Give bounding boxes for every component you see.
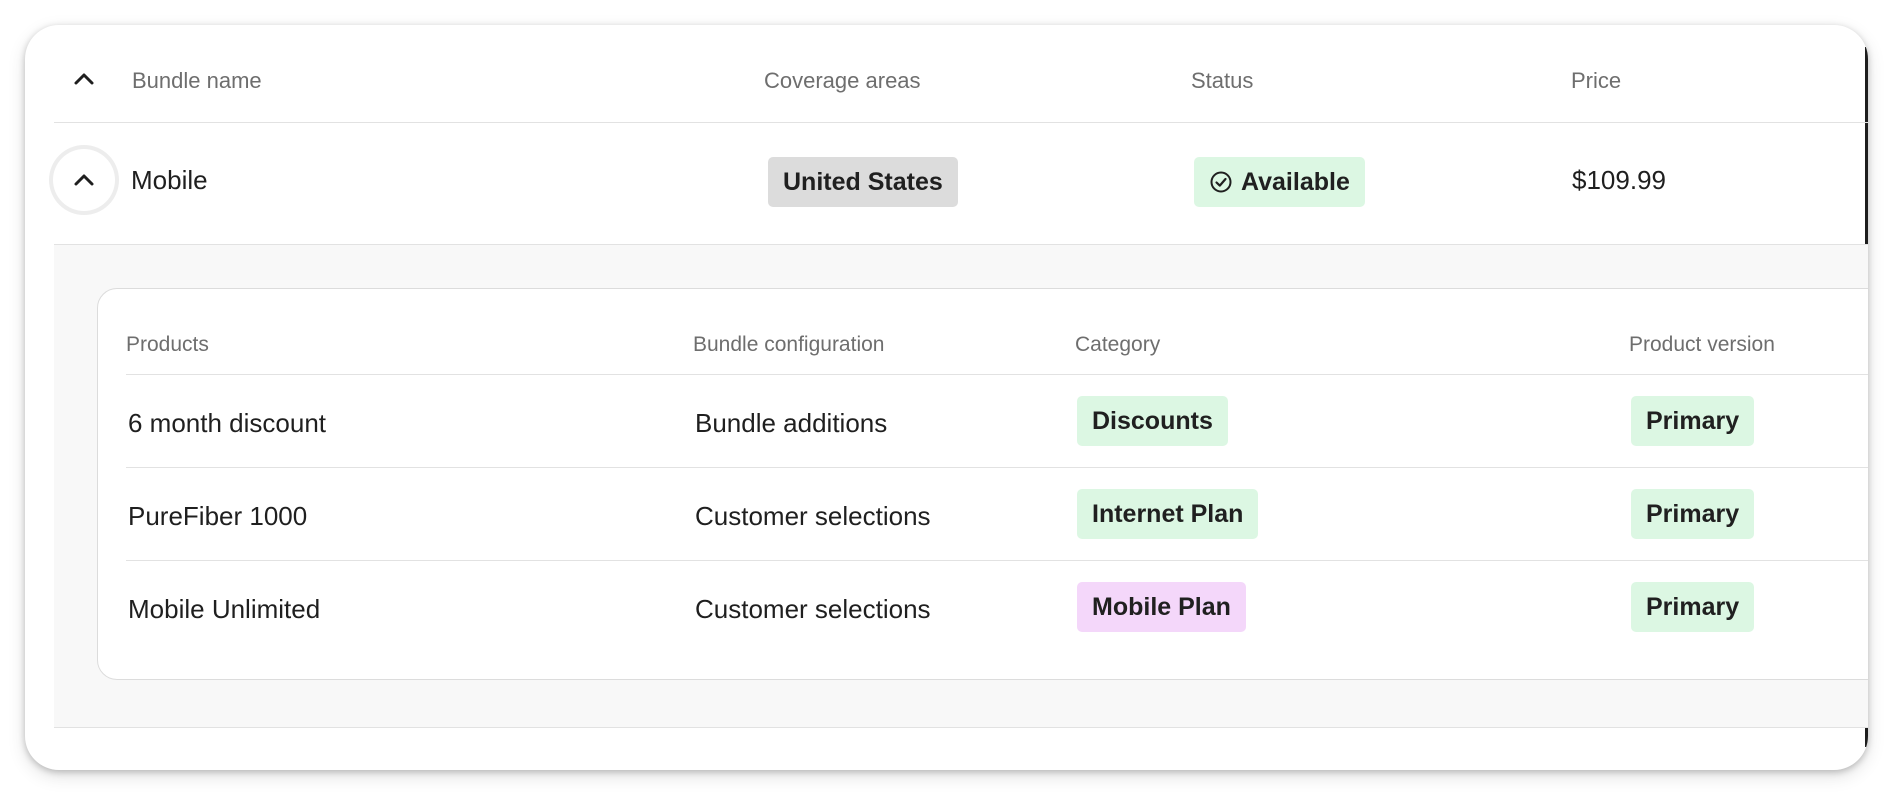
bundles-table-card: Bundle name Coverage areas Status Price … <box>25 25 1868 770</box>
table-row[interactable]: Mobile Unlimited Customer selections Mob… <box>126 560 1868 653</box>
product-configuration: Customer selections <box>695 501 931 531</box>
chevron-up-icon <box>74 73 94 85</box>
category-badge: Internet Plan <box>1077 489 1259 539</box>
collapse-all-button[interactable] <box>64 59 104 99</box>
status-badge: Available <box>1194 157 1365 207</box>
header-price[interactable]: Price <box>1571 68 1621 94</box>
product-name: 6 month discount <box>128 408 327 438</box>
header-products[interactable]: Products <box>126 333 209 357</box>
header-status[interactable]: Status <box>1191 68 1253 94</box>
version-badge: Primary <box>1631 489 1755 539</box>
collapse-row-button[interactable] <box>53 149 115 211</box>
product-configuration: Bundle additions <box>695 408 888 438</box>
table-row[interactable]: PureFiber 1000 Customer selections Inter… <box>126 467 1868 560</box>
version-badge: Primary <box>1631 582 1755 632</box>
category-badge: Discounts <box>1077 396 1228 446</box>
header-category[interactable]: Category <box>1075 333 1160 357</box>
coverage-badge: United States <box>768 157 958 207</box>
products-header-row: Products Bundle configuration Category P… <box>98 289 1868 374</box>
check-circle-icon <box>1209 170 1233 194</box>
bundle-name: Mobile <box>131 165 208 195</box>
products-table: Products Bundle configuration Category P… <box>97 288 1868 680</box>
bundle-details-panel: Products Bundle configuration Category P… <box>54 245 1868 728</box>
table-row[interactable]: Mobile United States Available $109.99 <box>53 122 1868 245</box>
header-product-version[interactable]: Product version <box>1629 333 1775 357</box>
status-label: Available <box>1241 167 1350 196</box>
header-coverage-areas[interactable]: Coverage areas <box>764 68 921 94</box>
chevron-up-icon <box>74 174 94 186</box>
bundles-table: Bundle name Coverage areas Status Price … <box>53 25 1868 728</box>
header-bundle-configuration[interactable]: Bundle configuration <box>693 333 884 357</box>
bundle-price: $109.99 <box>1572 165 1666 195</box>
product-name: PureFiber 1000 <box>128 501 308 531</box>
category-badge: Mobile Plan <box>1077 582 1246 632</box>
product-name: Mobile Unlimited <box>128 594 321 624</box>
table-header-row: Bundle name Coverage areas Status Price <box>54 25 1868 123</box>
product-configuration: Customer selections <box>695 594 931 624</box>
table-row[interactable]: 6 month discount Bundle additions Discou… <box>126 374 1868 467</box>
header-bundle-name[interactable]: Bundle name <box>132 68 262 94</box>
version-badge: Primary <box>1631 396 1755 446</box>
